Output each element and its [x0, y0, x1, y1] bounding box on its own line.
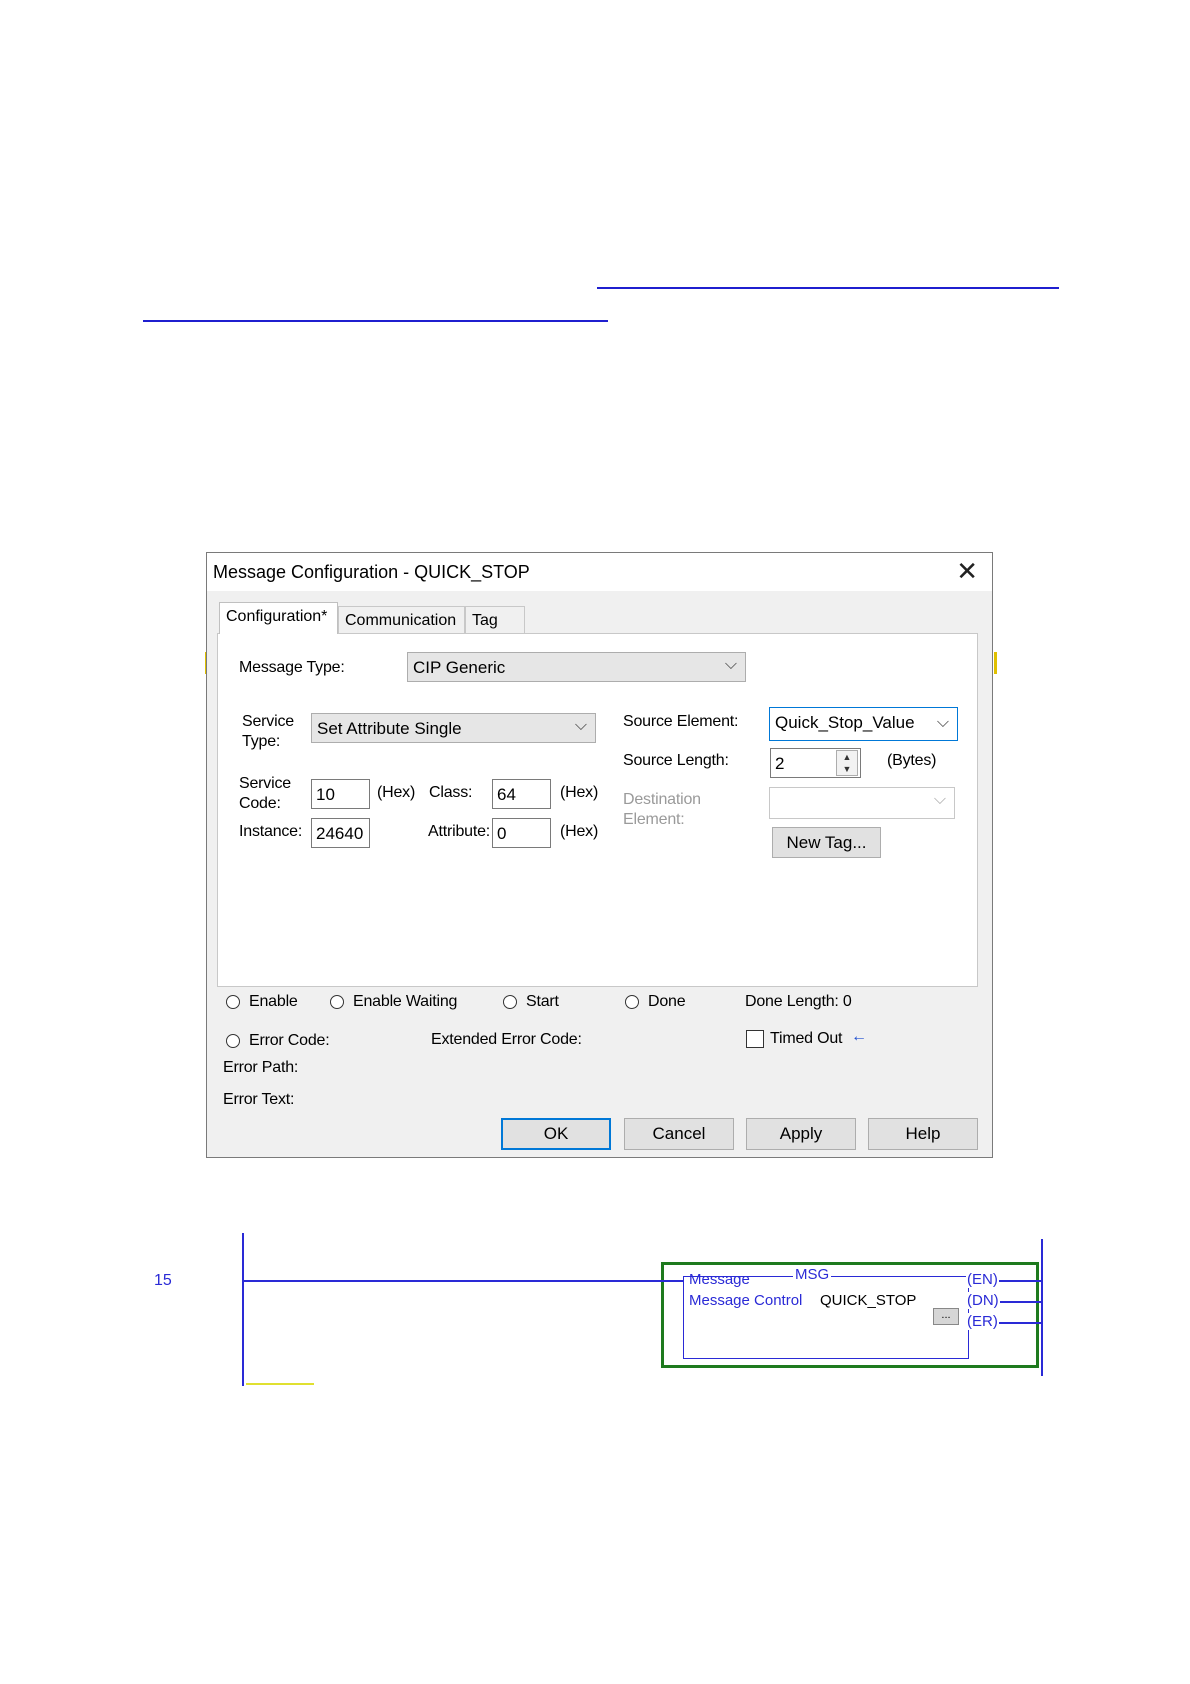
message-type-select[interactable]: CIP Generic ⌵ — [407, 652, 746, 682]
ok-button[interactable]: OK — [501, 1118, 611, 1150]
source-element-label: Source Element: — [623, 713, 739, 730]
error-code-label: Error Code: — [249, 1032, 330, 1049]
tab-tag[interactable]: Tag — [465, 606, 525, 634]
output-en: (EN) — [966, 1271, 999, 1288]
rung-wire-in — [242, 1280, 661, 1282]
apply-button[interactable]: Apply — [746, 1118, 856, 1150]
dialog-title: Message Configuration - QUICK_STOP — [213, 562, 530, 582]
enable-indicator — [226, 995, 240, 1009]
message-type-value: CIP Generic — [413, 658, 506, 677]
done-label: Done — [648, 993, 686, 1010]
error-path-label: Error Path: — [223, 1059, 299, 1076]
timed-out-checkbox[interactable] — [746, 1030, 764, 1048]
msg-control-label: Message Control — [689, 1292, 803, 1309]
right-power-rail — [1041, 1239, 1043, 1376]
service-code-label-line1: Service — [239, 775, 291, 792]
destination-element-label-line2: Element: — [623, 811, 685, 828]
done-indicator — [625, 995, 639, 1009]
msg-instruction-name: MSG — [793, 1266, 832, 1283]
tab-communication[interactable]: Communication — [338, 606, 465, 634]
enable-waiting-label: Enable Waiting — [353, 993, 458, 1010]
tab-configuration-label: Configuration* — [226, 608, 328, 625]
chevron-down-icon: ⌵ — [574, 717, 587, 734]
rung-number: 15 — [154, 1272, 172, 1289]
timed-out-label: Timed Out — [770, 1030, 843, 1047]
service-type-label-line1: Service — [242, 713, 294, 730]
message-type-label: Message Type: — [239, 659, 345, 676]
tab-tag-label: Tag — [472, 612, 498, 629]
attribute-unit: (Hex) — [560, 823, 599, 840]
service-code-input[interactable]: 10 — [311, 779, 370, 809]
dialog-titlebar: Message Configuration - QUICK_STOP ✕ — [207, 553, 992, 591]
done-length-label: Done Length: 0 — [745, 993, 852, 1010]
msg-message-label: Message — [689, 1271, 750, 1288]
hyperlink-underline-2[interactable] — [143, 320, 608, 322]
instance-label: Instance: — [239, 823, 303, 840]
background-marker-right — [994, 652, 997, 674]
output-er: (ER) — [966, 1313, 999, 1330]
error-code-indicator — [226, 1034, 240, 1048]
service-type-label-line2: Type: — [242, 733, 281, 750]
tab-communication-label: Communication — [345, 612, 457, 629]
output-en-label: EN — [972, 1271, 993, 1288]
msg-control-value[interactable]: QUICK_STOP — [820, 1292, 916, 1309]
enable-label: Enable — [249, 993, 298, 1010]
extended-error-code-label: Extended Error Code: — [431, 1031, 582, 1048]
attribute-input[interactable]: 0 — [492, 818, 551, 848]
new-tag-button[interactable]: New Tag... — [772, 827, 881, 858]
tab-configuration[interactable]: Configuration* — [219, 602, 338, 634]
instance-input[interactable]: 24640 — [311, 818, 370, 848]
cancel-button[interactable]: Cancel — [624, 1118, 734, 1150]
class-unit: (Hex) — [560, 784, 599, 801]
service-type-select[interactable]: Set Attribute Single ⌵ — [311, 713, 596, 743]
service-type-value: Set Attribute Single — [317, 719, 462, 738]
msg-wire-in — [661, 1280, 683, 1282]
service-code-label-line2: Code: — [239, 795, 281, 812]
source-element-select[interactable]: Quick_Stop_Value ⌵ — [769, 707, 958, 741]
start-label: Start — [526, 993, 559, 1010]
output-er-label: ER — [972, 1313, 993, 1330]
enable-waiting-indicator — [330, 995, 344, 1009]
output-dn: (DN) — [966, 1292, 1000, 1309]
arrow-left-icon: ← — [851, 1028, 867, 1045]
source-length-unit: (Bytes) — [887, 752, 937, 769]
rung-highlight — [246, 1383, 314, 1385]
error-text-label: Error Text: — [223, 1091, 295, 1108]
hyperlink-underline-1[interactable] — [597, 287, 1059, 289]
attribute-label: Attribute: — [428, 823, 491, 840]
browse-button[interactable]: ... — [933, 1308, 959, 1325]
start-indicator — [503, 995, 517, 1009]
output-dn-label: DN — [972, 1292, 994, 1309]
chevron-down-icon: ⌵ — [724, 656, 737, 673]
source-element-value: Quick_Stop_Value — [775, 713, 915, 732]
help-button[interactable]: Help — [868, 1118, 978, 1150]
source-length-label: Source Length: — [623, 752, 729, 769]
service-code-unit: (Hex) — [377, 784, 416, 801]
chevron-down-icon: ⌵ — [933, 791, 946, 808]
destination-element-select[interactable]: ⌵ — [769, 787, 955, 819]
close-icon[interactable]: ✕ — [956, 557, 978, 585]
class-input[interactable]: 64 — [492, 779, 551, 809]
destination-element-label-line1: Destination — [623, 791, 701, 808]
class-label: Class: — [429, 784, 473, 801]
msg-instruction-block[interactable] — [683, 1276, 969, 1359]
left-power-rail — [242, 1233, 244, 1386]
chevron-down-icon: ⌵ — [936, 714, 949, 731]
source-length-spinner[interactable]: ▲ ▼ — [836, 750, 858, 776]
